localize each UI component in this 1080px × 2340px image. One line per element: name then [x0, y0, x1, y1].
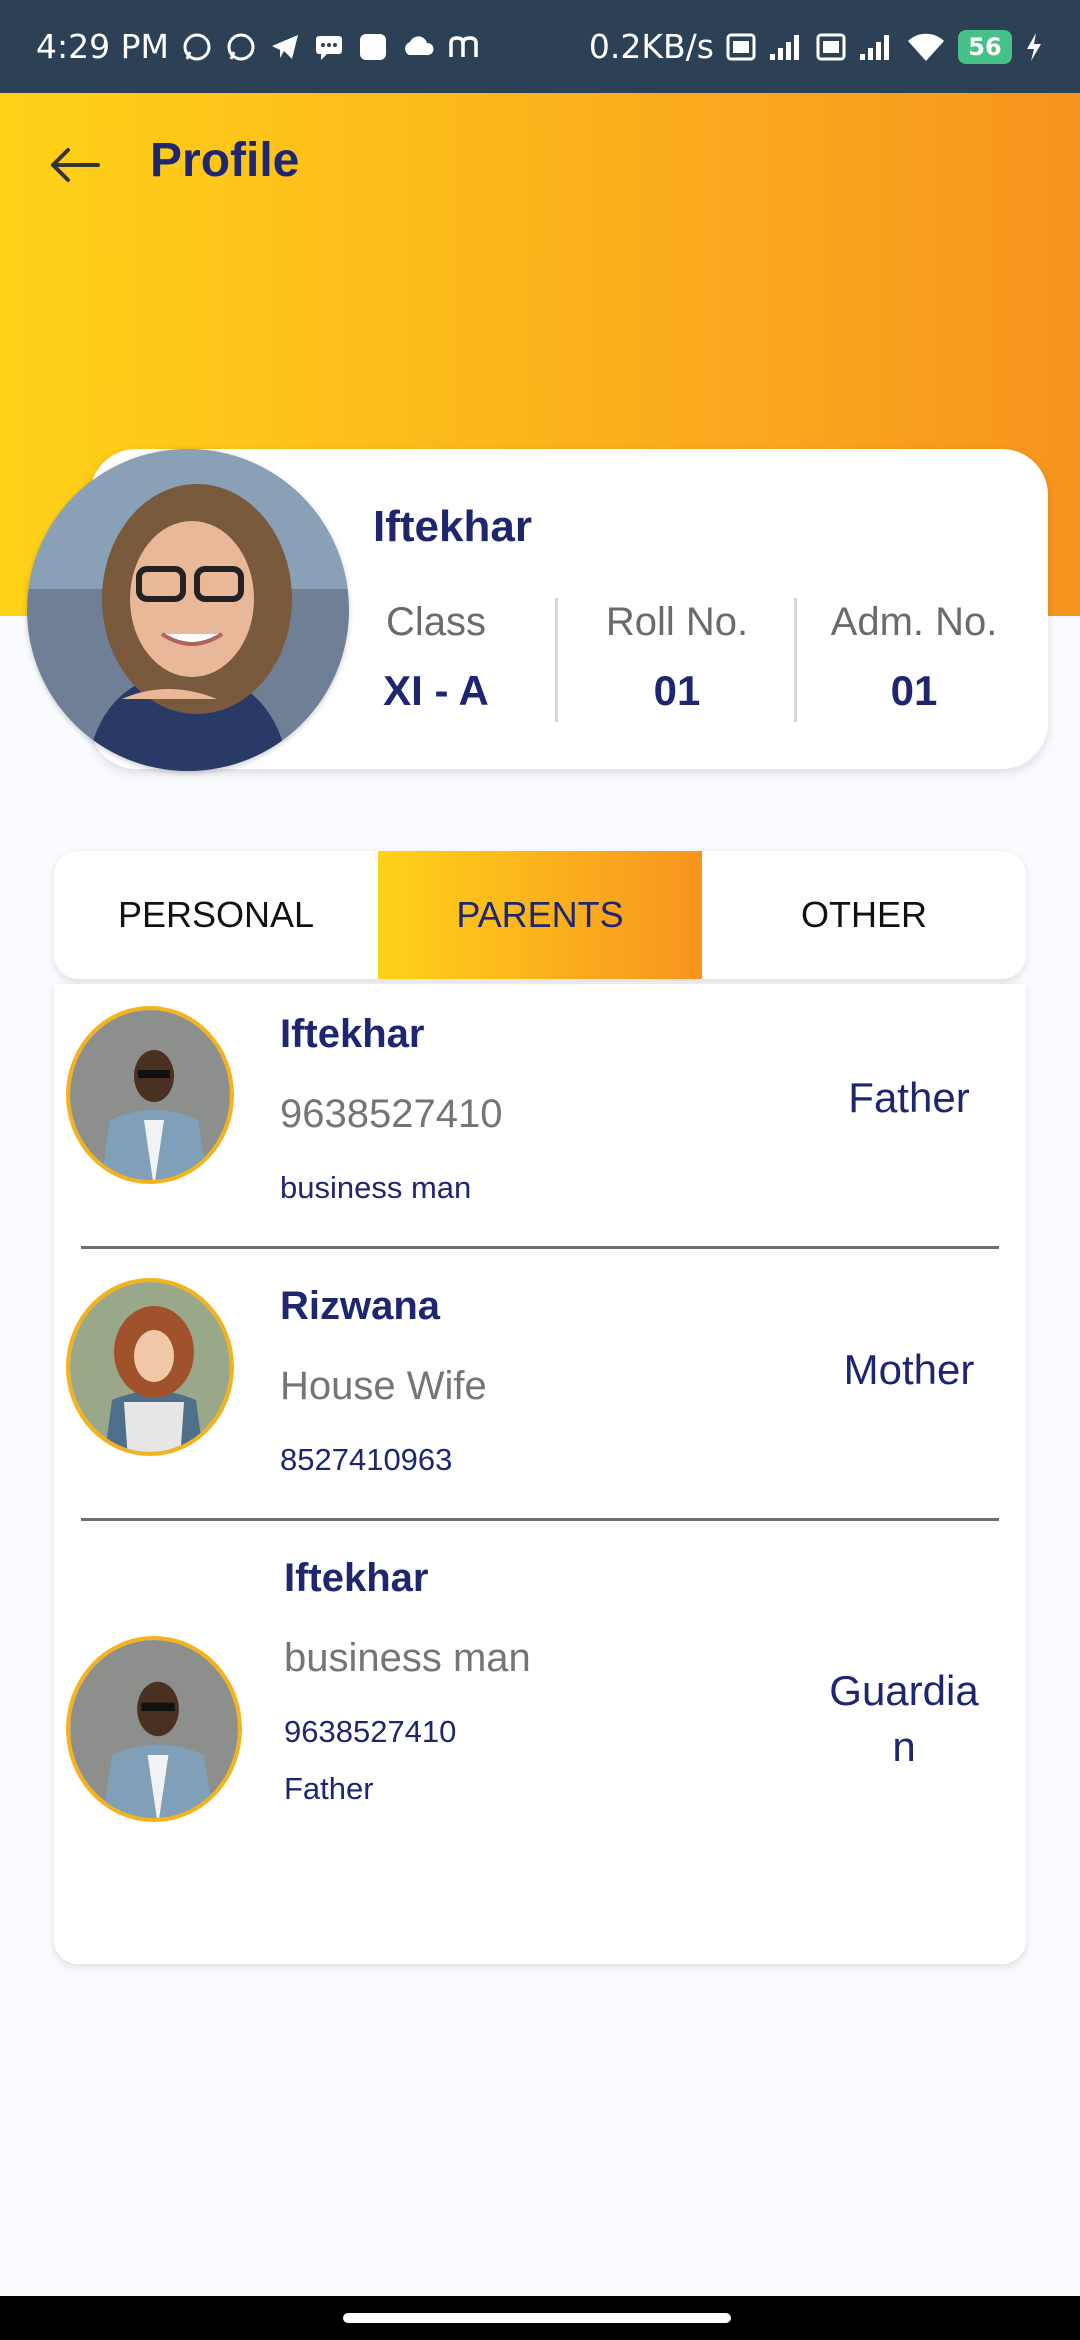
guardian-occupation: business man — [284, 1636, 531, 1680]
parents-list: Iftekhar 9638527410 business man Father … — [54, 984, 1026, 1964]
m-icon — [447, 31, 481, 63]
parent-occupation: business man — [280, 1170, 472, 1205]
volte-icon — [726, 32, 756, 62]
parent-name: Iftekhar — [280, 1012, 425, 1056]
parent-avatar — [66, 1006, 234, 1184]
parent-name: Rizwana — [280, 1284, 441, 1328]
stat-roll-no: Roll No. 01 — [567, 600, 787, 715]
battery-indicator: 56 — [958, 29, 1012, 64]
parent-phone: 9638527410 — [280, 1092, 503, 1136]
guardian-name: Iftekhar — [284, 1556, 429, 1600]
relation-label: Mother — [843, 1346, 975, 1393]
app-icon — [357, 31, 389, 63]
whatsapp-icon — [225, 31, 257, 63]
tab-personal[interactable]: PERSONAL — [54, 851, 378, 979]
row-divider — [81, 1246, 999, 1249]
status-bar: 4:29 PM 0.2KB/s 56 — [0, 0, 1080, 93]
stat-divider — [555, 598, 558, 722]
student-avatar[interactable] — [27, 449, 349, 771]
telegram-icon — [269, 31, 301, 63]
arrow-left-icon — [51, 148, 100, 182]
parent-phone: 8527410963 — [280, 1442, 453, 1477]
volte-icon — [816, 32, 846, 62]
profile-tabs: PERSONAL PARENTS OTHER — [54, 851, 1026, 979]
back-button[interactable] — [40, 135, 110, 195]
network-speed: 0.2KB/s — [588, 27, 714, 66]
signal-icon — [768, 32, 804, 62]
stat-label: Roll No. — [605, 600, 749, 644]
wifi-icon — [906, 31, 946, 63]
cloud-icon — [401, 31, 435, 63]
stat-value: XI - A — [383, 667, 489, 714]
home-gesture-handle[interactable] — [343, 2313, 731, 2323]
guardian-phone: 9638527410 — [284, 1714, 457, 1749]
charging-icon — [1024, 31, 1044, 63]
whatsapp-icon — [181, 31, 213, 63]
stat-divider — [794, 598, 797, 722]
stat-class: Class XI - A — [326, 600, 546, 715]
row-divider — [81, 1518, 999, 1521]
message-icon — [313, 31, 345, 63]
stat-value: 01 — [890, 667, 938, 714]
page-title: Profile — [150, 134, 300, 187]
stat-adm-no: Adm. No. 01 — [804, 600, 1024, 715]
guardian-relation-detail: Father — [284, 1771, 374, 1806]
tab-parents[interactable]: PARENTS — [378, 851, 702, 979]
stat-value: 01 — [653, 667, 701, 714]
status-time: 4:29 PM — [36, 27, 169, 66]
student-name: Iftekhar — [373, 502, 532, 551]
parent-occupation: House Wife — [280, 1364, 487, 1408]
relation-label: Father — [848, 1074, 970, 1121]
tab-other[interactable]: OTHER — [702, 851, 1026, 979]
signal-icon — [858, 32, 894, 62]
relation-label: Guardia n — [829, 1667, 979, 1770]
stat-label: Adm. No. — [830, 600, 998, 644]
parent-avatar — [66, 1278, 234, 1456]
stat-label: Class — [385, 600, 487, 644]
parent-avatar — [66, 1636, 242, 1822]
